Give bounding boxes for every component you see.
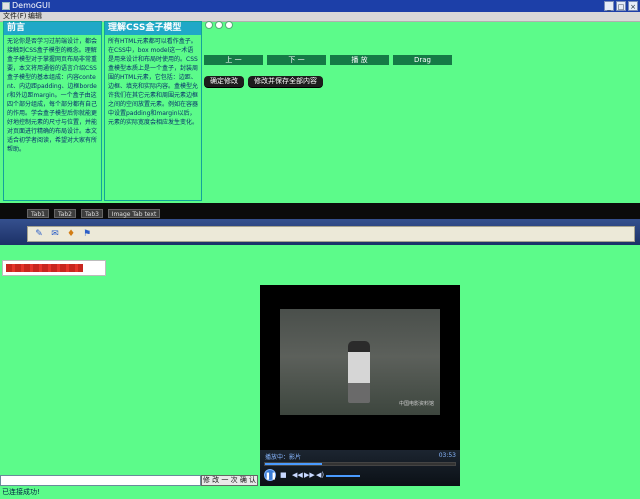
tab-drag[interactable]: Drag <box>393 55 452 65</box>
strip-tab-3[interactable]: Tab3 <box>81 209 103 218</box>
video-watermark: 中国电影资料馆 <box>398 401 434 407</box>
progress-fill <box>6 264 83 272</box>
player-controls: 播放中：影片 03:53 ❚❚ ■ ◀◀ ▶▶ ◀) <box>260 450 460 486</box>
window-title: DemoGUI <box>12 1 51 10</box>
pause-icon[interactable]: ❚❚ <box>264 469 277 481</box>
volume-slider[interactable] <box>326 475 360 477</box>
confirm-button[interactable]: 确定修改 <box>204 76 244 87</box>
tab-strip: Tab1 Tab2 Tab3 Image Tab text <box>0 203 640 219</box>
seek-fill <box>265 463 322 465</box>
progress-bar <box>2 260 106 276</box>
edit-icon[interactable]: ✎ <box>34 229 44 239</box>
menu-item-edit[interactable]: 编辑 <box>28 12 42 21</box>
bell-icon[interactable]: ♦ <box>66 229 76 239</box>
tiny-icon-row <box>205 21 233 29</box>
mail-icon[interactable]: ✉ <box>50 229 60 239</box>
box-model-title: 理解CSS盒子模型 <box>105 22 201 35</box>
close-button[interactable]: × <box>628 1 638 11</box>
tab-play[interactable]: 播 放 <box>330 55 389 65</box>
action-row: 确定修改 修改并保存全部内容 <box>204 76 323 87</box>
video-figure <box>348 341 370 403</box>
stop-icon[interactable]: ■ <box>280 471 287 479</box>
radio-icon[interactable] <box>215 21 223 29</box>
strip-tab-1[interactable]: Tab1 <box>27 209 49 218</box>
radio-icon[interactable] <box>225 21 233 29</box>
title-bar: DemoGUI _ □ × <box>0 0 640 12</box>
tab-next[interactable]: 下 一 <box>267 55 326 65</box>
toolbar: ✎ ✉ ♦ ⚑ <box>27 226 635 242</box>
player-time: 03:53 <box>438 452 456 459</box>
prev-icon[interactable]: ◀◀ <box>292 471 303 479</box>
strip-tab-image[interactable]: Image Tab text <box>108 209 160 218</box>
video-frame[interactable]: 中国电影资料馆 <box>280 309 440 415</box>
radio-icon[interactable] <box>205 21 213 29</box>
next-icon[interactable]: ▶▶ <box>304 471 315 479</box>
volume-icon[interactable]: ◀) <box>316 471 324 479</box>
status-text: 已连接成功! <box>2 488 40 496</box>
video-player: 中国电影资料馆 播放中：影片 03:53 ❚❚ ■ ◀◀ ▶▶ ◀) <box>260 285 460 486</box>
preface-body: 无论你是否学习过前端设计，都会接触到CSS盒子模型的概念。理解盒子模型对于掌握网… <box>7 38 98 153</box>
confirm-edit-button[interactable]: 修 改 一 次 确 认 <box>201 475 258 486</box>
tab-prev[interactable]: 上 一 <box>204 55 263 65</box>
strip-tab-2[interactable]: Tab2 <box>54 209 76 218</box>
box-model-panel: 理解CSS盒子模型 所有HTML元素都可以看作盒子。在CSS中，box mode… <box>104 21 202 201</box>
flag-icon[interactable]: ⚑ <box>82 229 92 239</box>
seek-bar[interactable] <box>264 462 456 466</box>
maximize-button[interactable]: □ <box>616 1 626 11</box>
player-info: 播放中：影片 <box>265 454 302 461</box>
preface-title: 前言 <box>4 22 101 35</box>
text-input[interactable] <box>0 475 201 486</box>
tab-row: 上 一 下 一 播 放 Drag <box>204 55 452 65</box>
menu-item-file[interactable]: 文件(F) <box>3 12 27 21</box>
preface-panel: 前言 无论你是否学习过前端设计，都会接触到CSS盒子模型的概念。理解盒子模型对于… <box>3 21 102 201</box>
app-icon <box>2 2 10 10</box>
save-all-button[interactable]: 修改并保存全部内容 <box>248 76 323 87</box>
minimize-button[interactable]: _ <box>604 1 614 11</box>
box-model-body: 所有HTML元素都可以看作盒子。在CSS中，box model这一术语是用来设计… <box>108 38 199 126</box>
